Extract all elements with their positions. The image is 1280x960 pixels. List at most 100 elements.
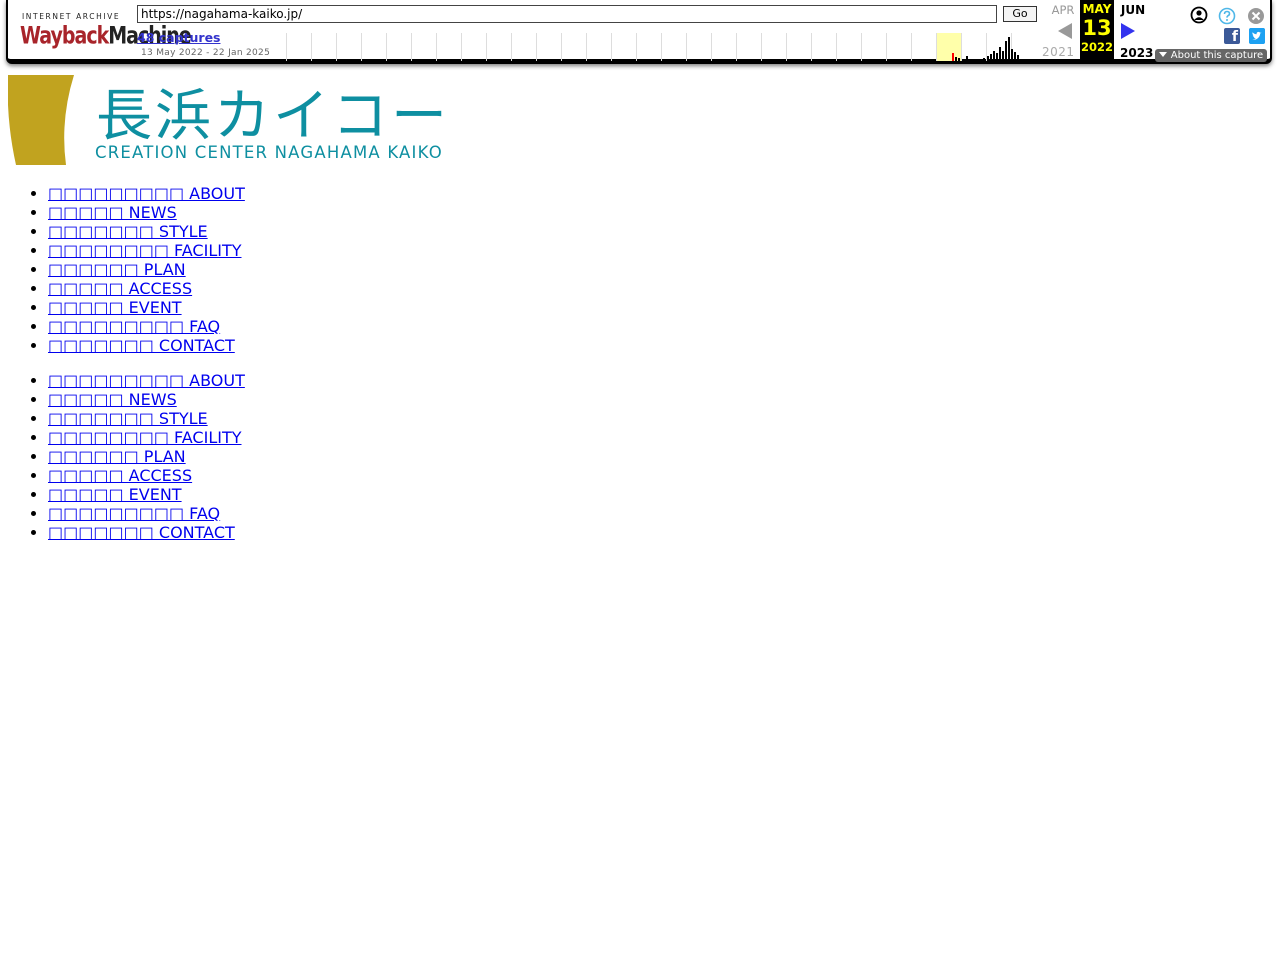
- nav-item-event: □□□□□ EVENT: [48, 485, 245, 504]
- nav-item-news: □□□□□ NEWS: [48, 390, 245, 409]
- sparkline-year-column[interactable]: [936, 33, 961, 61]
- sparkline-capture-bar: [1005, 41, 1007, 61]
- nav-link-about[interactable]: □□□□□□□□□ ABOUT: [48, 184, 245, 203]
- arrow-right-icon[interactable]: [1121, 23, 1135, 39]
- nav-link-plan[interactable]: □□□□□□ PLAN: [48, 447, 186, 466]
- logo-internet-archive-text: INTERNET ARCHIVE: [22, 12, 121, 21]
- sparkline-capture-bar: [983, 58, 985, 61]
- twitter-icon[interactable]: [1249, 28, 1265, 44]
- sparkline-capture-bar: [999, 47, 1001, 61]
- logo-english-text: CREATION CENTER NAGAHAMA KAIKO: [95, 143, 443, 162]
- close-icon[interactable]: [1247, 7, 1265, 25]
- nav-link-plan[interactable]: □□□□□□ PLAN: [48, 260, 186, 279]
- capture-date-range: 13 May 2022 - 22 Jan 2025: [141, 48, 271, 58]
- logo-japanese-text: 長浜カイコー: [96, 84, 450, 149]
- logo-wayback-part: Wayback: [20, 22, 109, 50]
- nav-link-contact[interactable]: □□□□□□□ CONTACT: [48, 336, 235, 355]
- sparkline-year-column[interactable]: [886, 33, 911, 61]
- nav-link-news[interactable]: □□□□□ NEWS: [48, 203, 177, 222]
- current-capture-date: MAY 13 2022: [1080, 0, 1114, 62]
- nav-item-contact: □□□□□□□ CONTACT: [48, 523, 245, 542]
- sparkline-capture-bar: [1002, 51, 1004, 61]
- logo-mark-icon: [8, 75, 74, 165]
- nav-link-faq[interactable]: □□□□□□□□□ FAQ: [48, 504, 220, 523]
- nav-link-event[interactable]: □□□□□ EVENT: [48, 298, 182, 317]
- sparkline-year-column[interactable]: [486, 33, 511, 61]
- sparkline-year-column[interactable]: [836, 33, 861, 61]
- nav-link-event[interactable]: □□□□□ EVENT: [48, 485, 182, 504]
- nav-link-access[interactable]: □□□□□ ACCESS: [48, 466, 192, 485]
- nav-item-news: □□□□□ NEWS: [48, 203, 245, 222]
- secondary-nav: □□□□□□□□□ ABOUT □□□□□ NEWS □□□□□□□ STYLE…: [8, 371, 245, 542]
- about-capture-button[interactable]: About this capture: [1155, 49, 1267, 62]
- nav-item-plan: □□□□□□ PLAN: [48, 260, 245, 279]
- capture-sparkline[interactable]: [286, 33, 1038, 61]
- sparkline-capture-bar: [987, 56, 989, 61]
- sparkline-year-column[interactable]: [786, 33, 811, 61]
- go-button[interactable]: Go: [1003, 6, 1037, 22]
- facebook-icon[interactable]: f: [1224, 28, 1240, 45]
- sparkline-capture-bar: [996, 53, 998, 61]
- sparkline-year-column[interactable]: [636, 33, 661, 61]
- question-icon[interactable]: [1218, 7, 1236, 25]
- nav-link-contact[interactable]: □□□□□□□ CONTACT: [48, 523, 235, 542]
- site-logo[interactable]: 長浜カイコー CREATION CENTER NAGAHAMA KAIKO: [8, 75, 453, 165]
- sparkline-capture-bar: [958, 58, 960, 61]
- captures-link[interactable]: 48 captures: [137, 30, 221, 45]
- sparkline-year-column[interactable]: [861, 33, 886, 61]
- next-year-label[interactable]: 2023: [1120, 46, 1153, 60]
- sparkline-year-column[interactable]: [461, 33, 486, 61]
- sparkline-year-column[interactable]: [386, 33, 411, 61]
- sparkline-year-column[interactable]: [286, 33, 311, 61]
- nav-link-style[interactable]: □□□□□□□ STYLE: [48, 409, 208, 428]
- nav-link-facility[interactable]: □□□□□□□□ FACILITY: [48, 241, 242, 260]
- sparkline-capture-bar: [1014, 52, 1016, 61]
- sparkline-year-column[interactable]: [911, 33, 936, 61]
- sparkline-year-column[interactable]: [411, 33, 436, 61]
- nav-item-style: □□□□□□□ STYLE: [48, 409, 245, 428]
- sparkline-year-column[interactable]: [436, 33, 461, 61]
- primary-nav: □□□□□□□□□ ABOUT □□□□□ NEWS □□□□□□□ STYLE…: [8, 184, 245, 355]
- sparkline-year-column[interactable]: [311, 33, 336, 61]
- nav-link-faq[interactable]: □□□□□□□□□ FAQ: [48, 317, 220, 336]
- wayback-logo[interactable]: INTERNET ARCHIVE WaybackMachine: [20, 8, 192, 52]
- sparkline-year-column[interactable]: [661, 33, 686, 61]
- nav-item-about: □□□□□□□□□ ABOUT: [48, 371, 245, 390]
- sparkline-year-column[interactable]: [536, 33, 561, 61]
- sparkline-year-column[interactable]: [686, 33, 711, 61]
- sparkline-year-column[interactable]: [361, 33, 386, 61]
- sparkline-year-column[interactable]: [561, 33, 586, 61]
- prev-year-label[interactable]: 2021: [1042, 45, 1075, 59]
- nav-link-style[interactable]: □□□□□□□ STYLE: [48, 222, 208, 241]
- wayback-url-input[interactable]: [137, 5, 997, 23]
- sparkline-year-column[interactable]: [811, 33, 836, 61]
- nav-item-contact: □□□□□□□ CONTACT: [48, 336, 245, 355]
- prev-month-label[interactable]: APR: [1048, 3, 1078, 17]
- nav-item-facility: □□□□□□□□ FACILITY: [48, 241, 245, 260]
- sparkline-capture-bar: [1008, 37, 1010, 61]
- sparkline-year-column[interactable]: [761, 33, 786, 61]
- sparkline-capture-bar: [952, 53, 954, 61]
- current-month: MAY: [1082, 2, 1112, 16]
- sparkline-year-column[interactable]: [586, 33, 611, 61]
- nav-item-about: □□□□□□□□□ ABOUT: [48, 184, 245, 203]
- sparkline-year-column[interactable]: [511, 33, 536, 61]
- sparkline-year-column[interactable]: [336, 33, 361, 61]
- nav-link-about[interactable]: □□□□□□□□□ ABOUT: [48, 371, 245, 390]
- sparkline-capture-bar: [1017, 55, 1019, 61]
- nav-item-plan: □□□□□□ PLAN: [48, 447, 245, 466]
- nav-link-access[interactable]: □□□□□ ACCESS: [48, 279, 192, 298]
- sparkline-year-column[interactable]: [611, 33, 636, 61]
- arrow-left-icon[interactable]: [1058, 23, 1072, 39]
- caret-down-icon: [1158, 52, 1167, 57]
- nav-link-facility[interactable]: □□□□□□□□ FACILITY: [48, 428, 242, 447]
- user-circle-icon[interactable]: [1190, 6, 1208, 24]
- wayback-toolbar: INTERNET ARCHIVE WaybackMachine Go 48 ca…: [6, 0, 1272, 64]
- sparkline-year-column[interactable]: [736, 33, 761, 61]
- nav-link-news[interactable]: □□□□□ NEWS: [48, 390, 177, 409]
- next-month-label[interactable]: JUN: [1118, 3, 1148, 17]
- sparkline-year-column[interactable]: [961, 33, 986, 61]
- nav-item-faq: □□□□□□□□□ FAQ: [48, 317, 245, 336]
- sparkline-capture-bar: [966, 56, 968, 61]
- sparkline-year-column[interactable]: [711, 33, 736, 61]
